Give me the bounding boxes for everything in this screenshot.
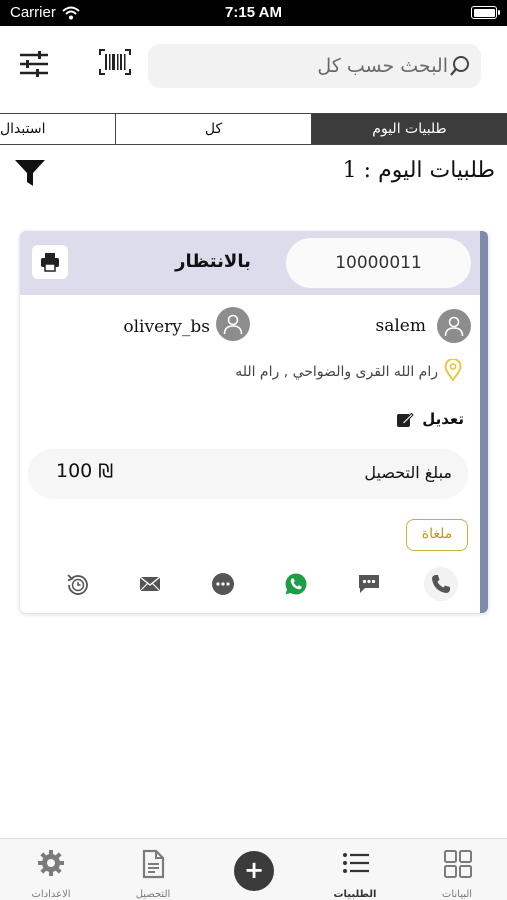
tab-all[interactable]: كل (115, 114, 311, 144)
person-icon (223, 314, 243, 334)
contact-actions (20, 563, 480, 603)
list-icon (343, 853, 369, 873)
person-icon (444, 316, 464, 336)
amount-label: مبلغ التحصيل (364, 463, 452, 482)
barcode-scan-button[interactable] (98, 48, 132, 76)
search-icon[interactable] (449, 55, 471, 77)
gear-icon (38, 850, 64, 876)
search-input[interactable] (158, 44, 448, 88)
order-number[interactable]: 10000011 (286, 238, 471, 288)
nav-orders[interactable]: الطلبيات (315, 847, 395, 900)
bottom-navigation: الاعدادات التحصيل + الطلبيات البيانات (0, 838, 507, 900)
call-button[interactable] (424, 567, 458, 601)
nav-orders-label: الطلبيات (333, 889, 377, 900)
document-icon (142, 849, 165, 879)
printer-icon (41, 253, 59, 272)
customer-avatar (437, 309, 471, 343)
sms-icon (359, 575, 379, 593)
whatsapp-icon (285, 573, 307, 595)
driver-name: olivery_bs (123, 317, 210, 337)
envelope-icon (139, 576, 161, 592)
order-filter-tabs: استبدال كل طلبيات اليوم (0, 113, 507, 145)
screen: Carrier 7:15 AM البحث حسب كل استبدال كل … (0, 0, 507, 900)
nav-collection-label: التحصيل (135, 889, 171, 900)
nav-settings-label: الاعدادات (31, 889, 71, 900)
edit-label: تعديل (422, 410, 464, 428)
order-card[interactable]: بالانتظار 10000011 salem olivery_bs رام … (20, 231, 488, 613)
nav-collection[interactable]: التحصيل (113, 847, 193, 900)
email-button[interactable] (133, 567, 167, 601)
page-title: طلبيات اليوم : 1 (342, 158, 495, 183)
card-header: بالانتظار 10000011 (20, 231, 480, 295)
collection-amount: مبلغ التحصيل 100 ₪ (28, 449, 468, 499)
nav-settings[interactable]: الاعدادات (11, 847, 91, 900)
search-box (148, 44, 481, 88)
filter-button[interactable] (14, 158, 46, 188)
driver-avatar (216, 307, 250, 341)
location-pin-icon (444, 359, 462, 381)
tab-replacement[interactable]: استبدال (0, 114, 115, 144)
battery-icon (471, 6, 500, 19)
history-clock-icon (67, 574, 88, 595)
whatsapp-button[interactable] (279, 567, 313, 601)
add-order-button[interactable]: + (234, 851, 274, 891)
status-bar: Carrier 7:15 AM (0, 0, 507, 26)
filters-button[interactable] (16, 48, 52, 80)
funnel-icon (15, 160, 45, 186)
plus-icon: + (243, 856, 265, 884)
chat-bubble-icon (212, 573, 234, 595)
history-button[interactable] (60, 567, 94, 601)
sms-button[interactable] (352, 567, 386, 601)
phone-icon (432, 575, 450, 593)
chat-button[interactable] (206, 567, 240, 601)
search-row (0, 26, 507, 110)
amount-value: 100 ₪ (56, 460, 114, 482)
order-address: رام الله القرى والضواحي , رام الله (235, 364, 438, 380)
edit-button[interactable]: تعديل (380, 407, 464, 433)
tab-today-orders[interactable]: طلبيات اليوم (311, 114, 507, 144)
grid-icon (444, 850, 472, 878)
print-button[interactable] (32, 245, 68, 279)
edit-icon (397, 412, 414, 427)
canceled-badge: ملغاة (406, 519, 468, 551)
nav-data-label: البيانات (441, 889, 473, 900)
clock: 7:15 AM (225, 4, 282, 21)
barcode-icon (99, 49, 131, 75)
card-status-strip (480, 231, 488, 613)
order-status: بالانتظار (175, 251, 251, 272)
sliders-icon (20, 51, 48, 77)
nav-data[interactable]: البيانات (417, 847, 497, 900)
customer-name: salem (375, 316, 426, 336)
